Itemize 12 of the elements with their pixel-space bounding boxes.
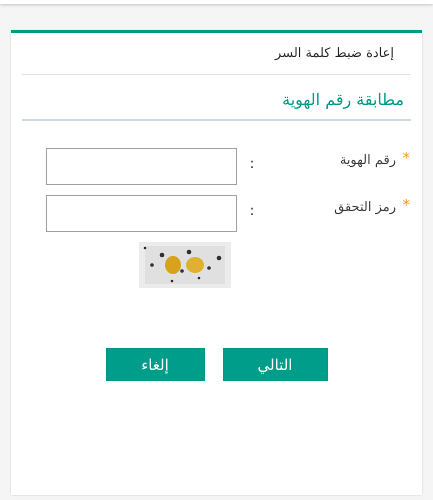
action-button[interactable]: التالي [222,348,328,381]
input-field[interactable] [46,195,237,232]
required-mark: * [402,149,410,167]
section-heading: مطابقة رقم الهوية [281,89,405,111]
input-field[interactable] [46,148,237,185]
action-button[interactable]: إلغاء [106,348,204,381]
field-label: رقم الهوية [340,153,396,168]
field-label: رمز التحقق [334,200,396,215]
page-title: إعادة ضبط كلمة السر [274,45,395,63]
required-mark: * [402,196,410,214]
colon: : [248,202,256,221]
colon: : [248,155,256,174]
